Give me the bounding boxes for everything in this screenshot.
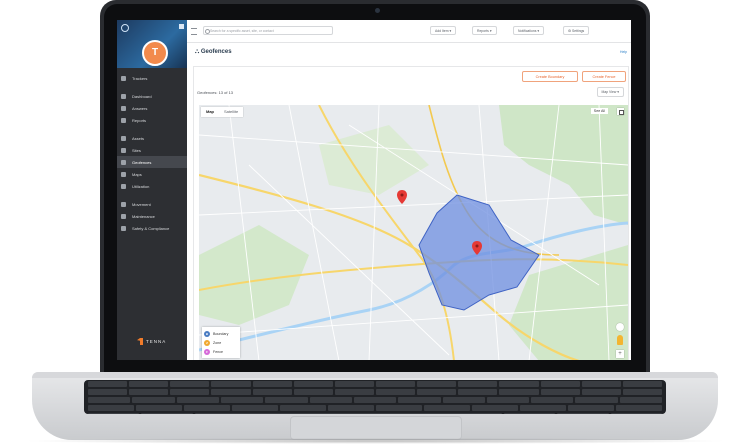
assets-icon [121,135,126,141]
app-screen: T Trackers Dashboard Answers Reports Ass… [117,20,631,360]
map-canvas[interactable]: Map Satellite See All B Boundary Z Zone FF… [199,105,628,360]
legend-label: Zone [213,340,222,345]
settings-button[interactable]: ⚙ Settings [563,26,590,35]
sidebar-header: T [117,20,187,68]
wrench-icon [121,213,126,219]
zoom-in-button[interactable]: + [616,350,624,358]
search-placeholder: Search for a specific asset, site, or co… [210,29,274,33]
movement-icon [121,201,126,207]
boundary-icon: B [204,330,210,337]
laptop-bezel: T Trackers Dashboard Answers Reports Ass… [104,4,646,378]
tab-satellite[interactable]: Satellite [219,107,243,117]
fence-icon: F [204,348,210,355]
keyboard [84,380,666,414]
tracker-icon [121,75,126,81]
sidebar-item-label: Safety & Compliance [132,225,170,231]
sidebar-item-safety[interactable]: Safety & Compliance [117,222,187,234]
sidebar-item-label: Trackers [132,75,148,81]
sidebar-item-maps[interactable]: Maps [117,168,187,180]
brand-name: TENNA [146,339,167,344]
map-view-label: Map View [601,90,617,94]
sidebar-item-reports[interactable]: Reports [117,114,187,126]
notifications-button[interactable]: Notifications ▾ [513,26,545,35]
my-location-icon[interactable] [616,323,624,331]
create-boundary-button[interactable]: Create Boundary [522,71,578,82]
sidebar-item-sites[interactable]: Sites [117,144,187,156]
page-title: ⛬ Geofences [195,49,232,55]
shield-icon [121,225,126,231]
sidebar-nav: Trackers Dashboard Answers Reports Asset… [117,72,187,234]
fullscreen-icon[interactable] [617,108,624,115]
legend-item-boundary: B Boundary [204,329,238,338]
avatar[interactable]: T [142,40,168,66]
help-link[interactable]: Help [620,50,627,54]
geofence-count: Geofences: 13 of 13 [197,90,234,95]
sidebar-item-label: Movement [132,201,151,207]
notifications-label: Notifications [518,29,537,33]
laptop-lid: T Trackers Dashboard Answers Reports Ass… [100,0,650,378]
legend-item-zone: Z Zone [204,338,238,347]
sidebar: T Trackers Dashboard Answers Reports Ass… [117,20,187,360]
page-header: ⛬ Geofences Help [187,42,631,64]
sidebar-item-label: Utilization [132,183,150,189]
sidebar-item-assets[interactable]: Assets [117,132,187,144]
collapse-icon[interactable] [179,24,184,29]
reports-button[interactable]: Reports ▾ [472,26,497,35]
sidebar-item-label: Reports [132,117,147,123]
brand-logo: TENNA [137,338,166,345]
sidebar-item-maintenance[interactable]: Maintenance [117,210,187,222]
sidebar-item-label: Sites [132,147,141,153]
tenna-logo-icon [137,338,143,345]
settings-label: Settings [571,29,585,33]
geofence-icon [121,159,126,165]
street-view-icon[interactable] [617,335,623,345]
map-icon [121,171,126,177]
search-icon [205,29,210,34]
dashboard-icon [121,93,126,99]
sidebar-item-label: Dashboard [132,93,152,99]
legend-label: Boundary [213,331,229,336]
reports-label: Reports [477,29,489,33]
sidebar-item-movement[interactable]: Movement [117,198,187,210]
sidebar-item-dashboard[interactable]: Dashboard [117,90,187,102]
map-view-select[interactable]: Map View ▾ [596,87,624,97]
add-item-button[interactable]: Add Item ▾ [430,26,457,35]
laptop-base [32,372,718,440]
sidebar-item-label: Answers [132,105,148,111]
page-title-text: Geofences [200,49,232,55]
topbar: Search for a specific asset, site, or co… [187,20,631,43]
see-all-button[interactable]: See All [590,108,608,114]
create-fence-button[interactable]: Create Fence [582,71,626,82]
sidebar-item-trackers[interactable]: Trackers [117,72,187,84]
sidebar-item-answers[interactable]: Answers [117,102,187,114]
legend-item-fence: F Fence [204,347,238,356]
map-legend: B Boundary Z Zone F Fence [202,327,240,358]
chart-icon [121,183,126,189]
sidebar-item-label: Maintenance [132,213,155,219]
sidebar-item-label: Assets [132,135,145,141]
app-logo-icon[interactable] [121,24,129,32]
sidebar-item-label: Maps [132,171,142,177]
zone-icon: Z [204,339,210,346]
pin-icon [121,147,126,153]
trackpad [290,416,462,440]
reports-icon [121,117,126,123]
sidebar-item-label: Geofences [132,159,152,165]
tab-map[interactable]: Map [201,107,219,117]
menu-icon[interactable] [191,28,197,35]
geofence-card: Create Boundary Create Fence Geofences: … [193,66,629,360]
camera-icon [375,8,380,13]
legend-label: Fence [213,349,223,354]
map-tiles [199,105,628,360]
answers-icon [121,105,126,111]
sidebar-item-utilization[interactable]: Utilization [117,180,187,192]
sidebar-item-geofences[interactable]: Geofences [117,156,187,168]
map-type-tabs: Map Satellite [201,107,244,117]
add-item-label: Add Item [435,29,449,33]
search-input[interactable]: Search for a specific asset, site, or co… [203,26,333,35]
